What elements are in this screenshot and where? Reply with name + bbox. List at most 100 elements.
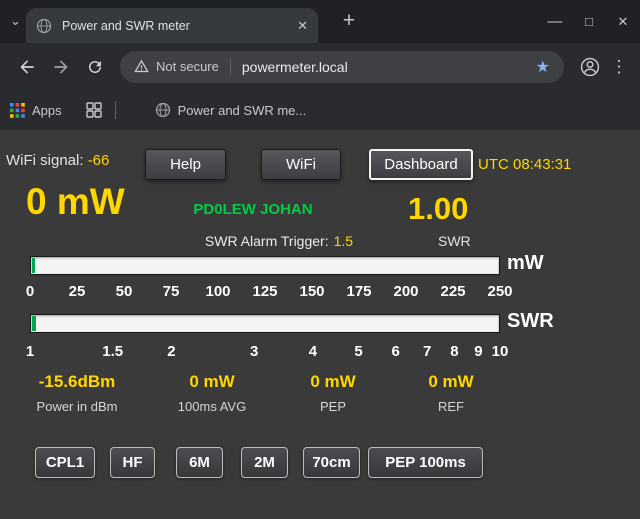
readout-dbm: -15.6dBm Power in dBm: [37, 372, 118, 414]
browser-tab[interactable]: Power and SWR meter ✕: [26, 8, 318, 43]
back-arrow-icon: [17, 57, 37, 77]
url-text: powermeter.local: [242, 59, 528, 75]
readout-value: -15.6dBm: [37, 372, 118, 392]
profile-button[interactable]: [576, 53, 604, 81]
scale-tick: 9: [474, 343, 482, 360]
readout-value: 0 mW: [428, 372, 473, 392]
browser-window: ⌄ Power and SWR meter ✕ + — □ ✕: [0, 0, 640, 519]
hf-button[interactable]: HF: [110, 447, 155, 478]
scale-tick: 100: [205, 283, 230, 300]
utc-clock: UTC 08:43:31: [478, 156, 571, 173]
scale-tick: 75: [163, 283, 180, 300]
readout-value: 0 mW: [310, 372, 355, 392]
mw-meter-indicator: [32, 258, 35, 273]
scale-tick: 225: [440, 283, 465, 300]
swr-alarm-value: 1.5: [334, 233, 353, 249]
scale-tick: 1: [26, 343, 34, 360]
grid-outline-icon: [86, 102, 102, 118]
scale-tick: 4: [309, 343, 317, 360]
70cm-button[interactable]: 70cm: [303, 447, 360, 478]
mw-meter-label: mW: [507, 252, 544, 275]
scale-tick: 1.5: [102, 343, 123, 360]
help-button[interactable]: Help: [145, 149, 226, 180]
bookmarks-bar: Apps Power and SWR me...: [0, 90, 640, 130]
browser-toolbar: Not secure powermeter.local ★ ⋮: [0, 43, 640, 90]
swr-scale: 1 1.5 2 3 4 5 6 7 8 9 10: [30, 343, 500, 361]
swr-alarm-trigger: SWR Alarm Trigger: 1.5: [188, 233, 370, 249]
power-display: 0 mW: [26, 181, 125, 223]
wifi-signal-label: WiFi signal:: [6, 152, 84, 169]
scale-tick: 2: [167, 343, 175, 360]
readout-avg: 0 mW 100ms AVG: [178, 372, 246, 414]
tab-close-icon[interactable]: ✕: [297, 18, 308, 34]
page-content: WiFi signal: -66 Help WiFi Dashboard UTC…: [0, 130, 640, 519]
scale-tick: 3: [250, 343, 258, 360]
swr-meter-label: SWR: [507, 310, 554, 333]
readout-pep: 0 mW PEP: [310, 372, 355, 414]
swr-meter-indicator: [32, 316, 36, 331]
apps-grid-icon: [10, 103, 25, 118]
cpl1-button[interactable]: CPL1: [35, 447, 95, 478]
account-icon: [579, 56, 601, 78]
pep-100ms-button[interactable]: PEP 100ms: [368, 447, 483, 478]
6m-button[interactable]: 6M: [176, 447, 223, 478]
scale-tick: 125: [252, 283, 277, 300]
mw-scale: 0 25 50 75 100 125 150 175 200 225 250: [30, 283, 500, 301]
forward-arrow-icon: [51, 57, 71, 77]
bookmark-favicon-icon: [155, 102, 171, 118]
readout-label: REF: [428, 399, 473, 414]
bookmark-label: Power and SWR me...: [178, 103, 307, 118]
browser-menu-button[interactable]: ⋮: [608, 57, 630, 77]
apps-shortcut[interactable]: [10, 103, 25, 118]
reload-button[interactable]: [81, 53, 109, 81]
wifi-signal: WiFi signal: -66: [6, 152, 109, 169]
readout-label: PEP: [310, 399, 355, 414]
back-button[interactable]: [13, 53, 41, 81]
forward-button[interactable]: [47, 53, 75, 81]
site-favicon-icon: [36, 18, 52, 34]
bookmark-star-icon[interactable]: ★: [536, 57, 550, 77]
wifi-button[interactable]: WiFi: [261, 149, 341, 180]
not-secure-warning-icon: [134, 59, 149, 74]
readout-label: Power in dBm: [37, 399, 118, 414]
bookmarks-divider: [115, 101, 116, 119]
dashboard-button[interactable]: Dashboard: [369, 149, 473, 180]
callsign: PD0LEW JOHAN: [178, 201, 328, 218]
scale-tick: 0: [26, 283, 34, 300]
tab-title: Power and SWR meter: [62, 19, 289, 33]
address-bar[interactable]: Not secure powermeter.local ★: [120, 51, 564, 83]
swr-caption: SWR: [438, 233, 471, 249]
bookmark-item[interactable]: Power and SWR me...: [155, 102, 307, 118]
swr-alarm-label: SWR Alarm Trigger:: [205, 233, 329, 249]
tab-search-chevron-icon[interactable]: ⌄: [10, 13, 21, 29]
scale-tick: 5: [354, 343, 362, 360]
grid-button[interactable]: [86, 102, 102, 118]
scale-tick: 8: [450, 343, 458, 360]
scale-tick: 200: [393, 283, 418, 300]
omnibox-divider: [230, 59, 231, 75]
window-close-button[interactable]: ✕: [606, 0, 640, 43]
scale-tick: 150: [299, 283, 324, 300]
wifi-signal-value: -66: [88, 152, 110, 169]
window-controls: — □ ✕: [538, 0, 640, 43]
swr-meter-bar: [30, 314, 500, 333]
scale-tick: 6: [391, 343, 399, 360]
readout-ref: 0 mW REF: [428, 372, 473, 414]
minimize-button[interactable]: —: [538, 0, 572, 43]
scale-tick: 175: [346, 283, 371, 300]
scale-tick: 250: [487, 283, 512, 300]
2m-button[interactable]: 2M: [241, 447, 288, 478]
reload-icon: [86, 58, 104, 76]
readout-label: 100ms AVG: [178, 399, 246, 414]
maximize-button[interactable]: □: [572, 0, 606, 43]
mw-meter-bar: [30, 256, 500, 275]
apps-label: Apps: [32, 103, 62, 118]
new-tab-button[interactable]: +: [336, 9, 362, 33]
scale-tick: 10: [492, 343, 509, 360]
scale-tick: 50: [116, 283, 133, 300]
swr-display: 1.00: [408, 191, 468, 227]
security-label: Not secure: [156, 59, 219, 74]
scale-tick: 7: [423, 343, 431, 360]
tab-strip: ⌄ Power and SWR meter ✕ + — □ ✕: [0, 0, 640, 43]
scale-tick: 25: [69, 283, 86, 300]
